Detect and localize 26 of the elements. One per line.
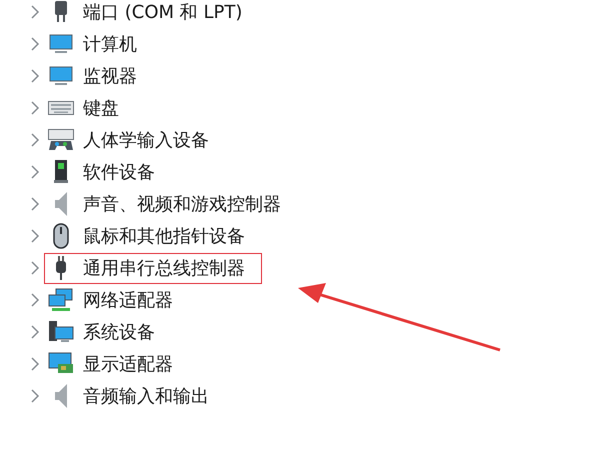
tree-item-label[interactable]: 键盘 — [83, 94, 119, 122]
tree-item-label[interactable]: 声音、视频和游戏控制器 — [83, 190, 281, 218]
tree-item-label[interactable]: 计算机 — [83, 30, 137, 58]
monitor-icon — [49, 65, 73, 87]
monitor-icon — [49, 33, 73, 55]
tree-item-label[interactable]: 系统设备 — [83, 318, 155, 346]
computer-icon — [48, 320, 74, 344]
connector-icon — [53, 1, 69, 23]
gamepad-keyboard-icon — [48, 129, 74, 151]
keyboard-icon — [48, 101, 74, 115]
tree-item-label[interactable]: 端口 (COM 和 LPT) — [83, 0, 242, 26]
tree-item-label[interactable]: 鼠标和其他指针设备 — [83, 222, 245, 250]
tree-item-label[interactable]: 通用串行总线控制器 — [83, 254, 245, 282]
plug-icon — [54, 256, 68, 280]
tower-icon — [54, 160, 68, 184]
tree-item-label[interactable]: 人体学输入设备 — [83, 126, 209, 154]
speaker-icon — [54, 192, 68, 216]
tree-item-label[interactable]: 软件设备 — [83, 158, 155, 186]
speaker-icon — [54, 384, 68, 408]
mouse-icon — [53, 223, 69, 249]
tree-item-label[interactable]: 显示适配器 — [83, 350, 173, 378]
network-icon — [48, 288, 74, 312]
tree-item-label[interactable]: 监视器 — [83, 62, 137, 90]
display-card-icon — [48, 352, 74, 376]
tree-item-label[interactable]: 网络适配器 — [83, 286, 173, 314]
tree-item-label[interactable]: 音频输入和输出 — [83, 382, 209, 410]
